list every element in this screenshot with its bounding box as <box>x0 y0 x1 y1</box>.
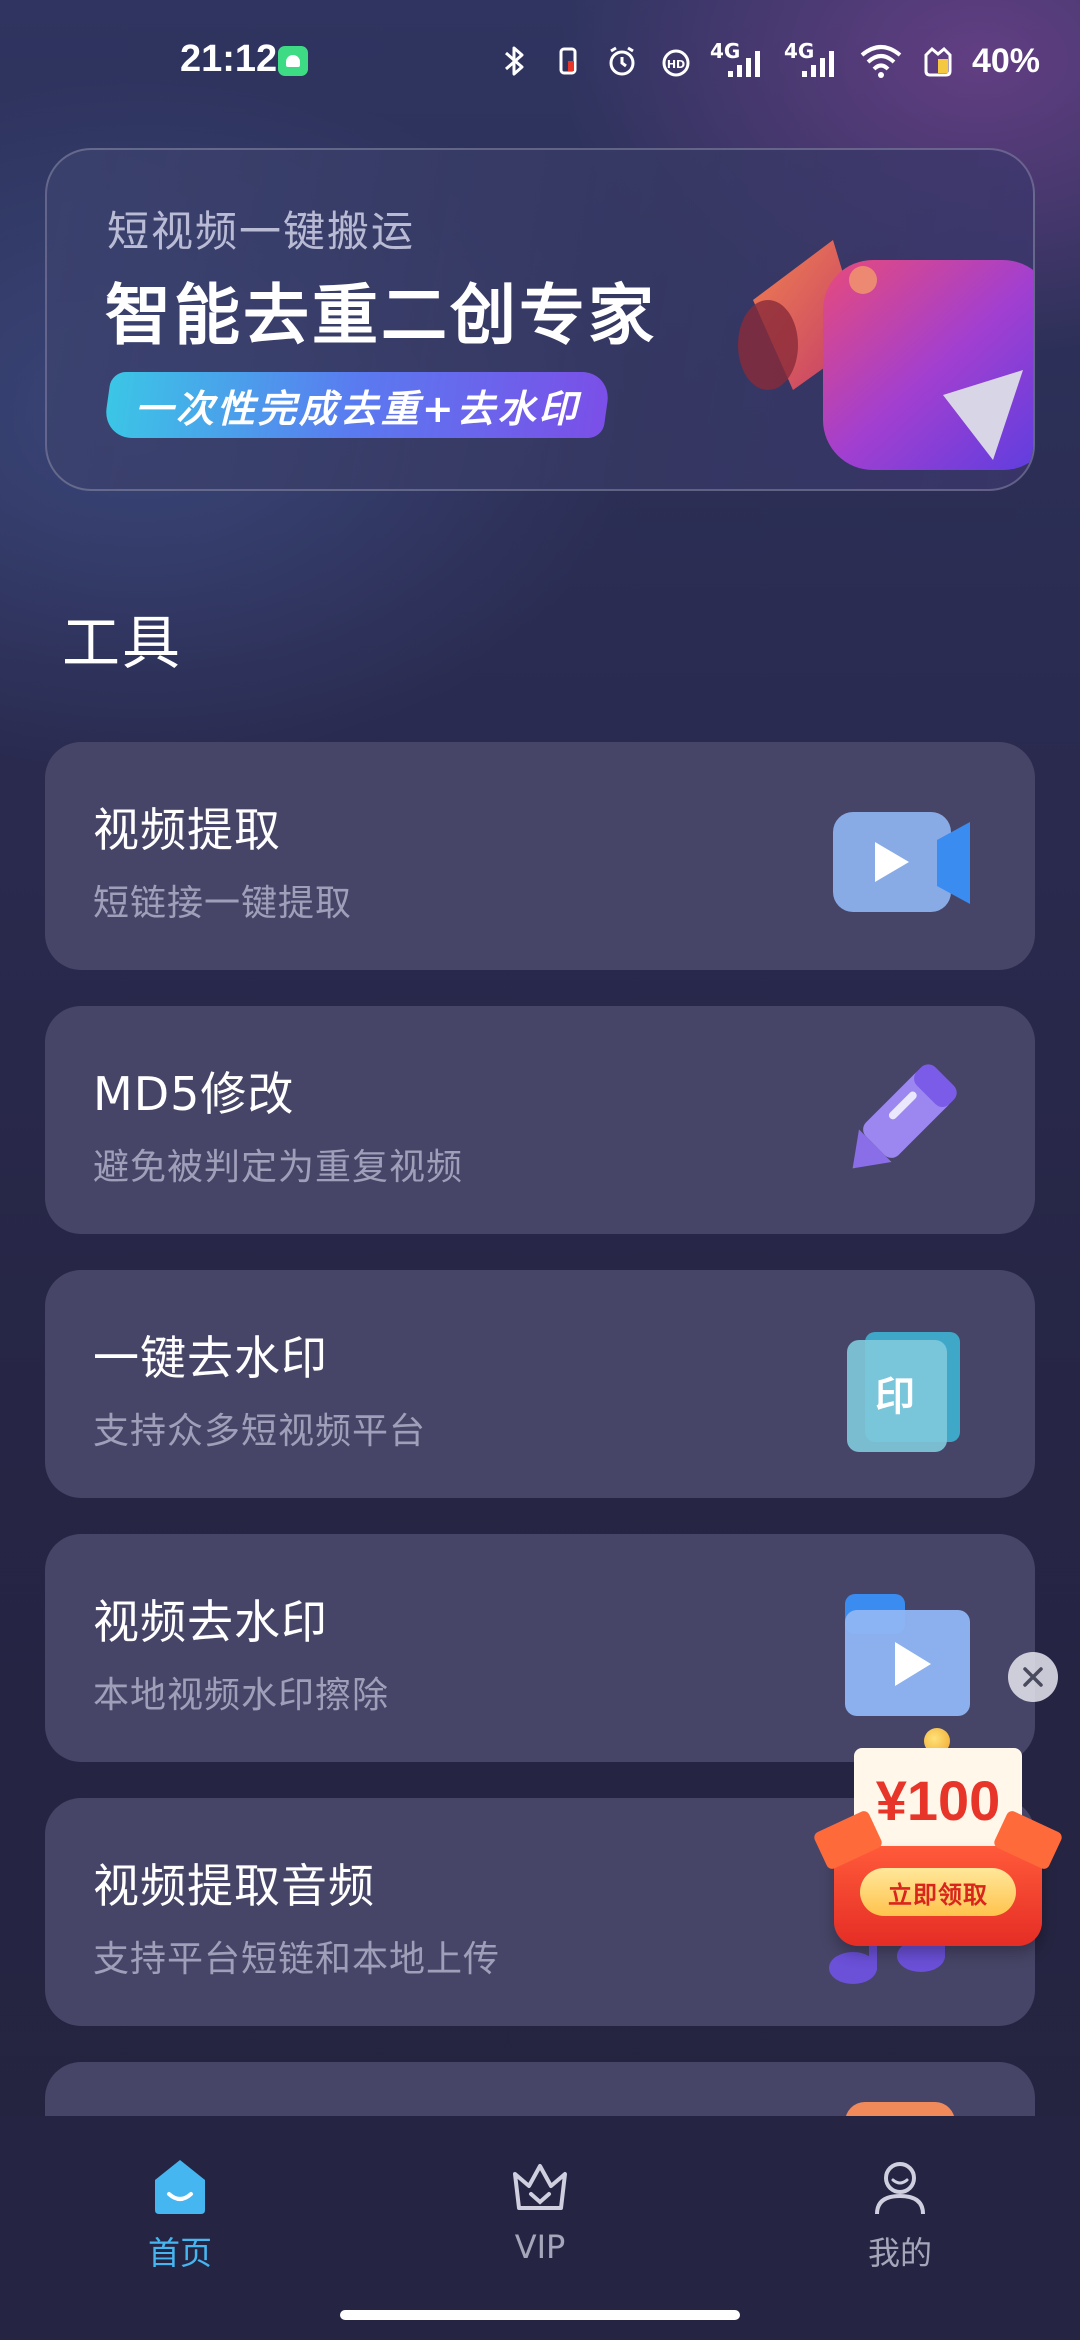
promo-close-button[interactable] <box>1008 1652 1058 1702</box>
tool-title: 一键去水印 <box>93 1331 328 1385</box>
tool-title: MD5修改 <box>93 1067 295 1121</box>
banner-subtitle: 短视频一键搬运 <box>107 207 416 256</box>
status-bar: 21:12 HD 4G 4G 40% <box>0 0 1080 120</box>
status-time: 21:12 <box>180 38 278 80</box>
tool-title: 视频去水印 <box>93 1595 328 1649</box>
banner-pill: 一次性完成去重+去水印 <box>102 372 612 438</box>
red-envelope-promo[interactable]: ¥100 立即领取 <box>826 1728 1056 1948</box>
tool-card-watermark-remove[interactable]: 一键去水印 支持众多短视频平台 印 <box>45 1270 1035 1498</box>
nav-label: 首页 <box>147 2234 212 2272</box>
battery-icon <box>918 41 958 81</box>
tool-desc: 支持平台短链和本地上传 <box>93 1939 501 1980</box>
promo-banner[interactable]: 短视频一键搬运 智能去重二创专家 一次性完成去重+去水印 <box>45 148 1035 491</box>
stamp-icon: 印 <box>825 1310 975 1460</box>
android-notification-icon <box>278 46 308 76</box>
nav-label: VIP <box>514 2228 566 2266</box>
tool-desc: 本地视频水印擦除 <box>93 1675 390 1716</box>
svg-text:印: 印 <box>875 1374 915 1420</box>
bottom-nav: 首页 VIP 我的 <box>0 2116 1080 2340</box>
nav-home[interactable]: 首页 <box>80 2134 280 2274</box>
tool-desc: 避免被判定为重复视频 <box>93 1147 464 1188</box>
signal-icon-2: 4G <box>784 41 844 81</box>
claim-button[interactable]: 立即领取 <box>860 1868 1016 1916</box>
vibrate-icon <box>548 41 588 81</box>
wifi-icon <box>858 41 904 81</box>
home-indicator[interactable] <box>340 2310 740 2320</box>
banner-title: 智能去重二创专家 <box>105 277 657 354</box>
signal-icon-1: 4G <box>710 41 770 81</box>
home-screen: 21:12 HD 4G 4G 40% 短视频一键搬运 智能去重二创专家 一次性完… <box>0 0 1080 2340</box>
crown-icon <box>507 2154 573 2220</box>
tool-title: 视频提取 <box>93 803 281 857</box>
video-folder-icon <box>825 1574 975 1724</box>
banner-pill-label: 一次性完成去重+去水印 <box>134 386 580 431</box>
nav-label: 我的 <box>867 2234 932 2272</box>
hd-icon: HD <box>656 41 696 81</box>
alarm-icon <box>602 41 642 81</box>
tools-section-title: 工具 <box>62 609 183 677</box>
user-icon <box>867 2154 933 2220</box>
tool-title: 视频提取音频 <box>93 1859 375 1913</box>
pen-icon <box>825 1046 975 1196</box>
nav-profile[interactable]: 我的 <box>800 2134 1000 2274</box>
home-icon <box>147 2154 213 2220</box>
svg-text:HD: HD <box>667 58 685 71</box>
tool-card-md5-modify[interactable]: MD5修改 避免被判定为重复视频 <box>45 1006 1035 1234</box>
tool-desc: 短链接一键提取 <box>93 883 353 924</box>
bluetooth-icon <box>494 41 534 81</box>
close-icon <box>1023 1667 1043 1687</box>
video-camera-icon <box>825 782 975 932</box>
tool-card-video-extract[interactable]: 视频提取 短链接一键提取 <box>45 742 1035 970</box>
video-camera-illustration <box>713 220 1033 489</box>
promo-amount: ¥100 <box>875 1769 1001 1832</box>
tool-desc: 支持众多短视频平台 <box>93 1411 427 1452</box>
battery-percent: 40% <box>971 41 1040 80</box>
status-icons: HD 4G 4G 40% <box>494 36 1040 86</box>
nav-vip[interactable]: VIP <box>440 2134 640 2274</box>
